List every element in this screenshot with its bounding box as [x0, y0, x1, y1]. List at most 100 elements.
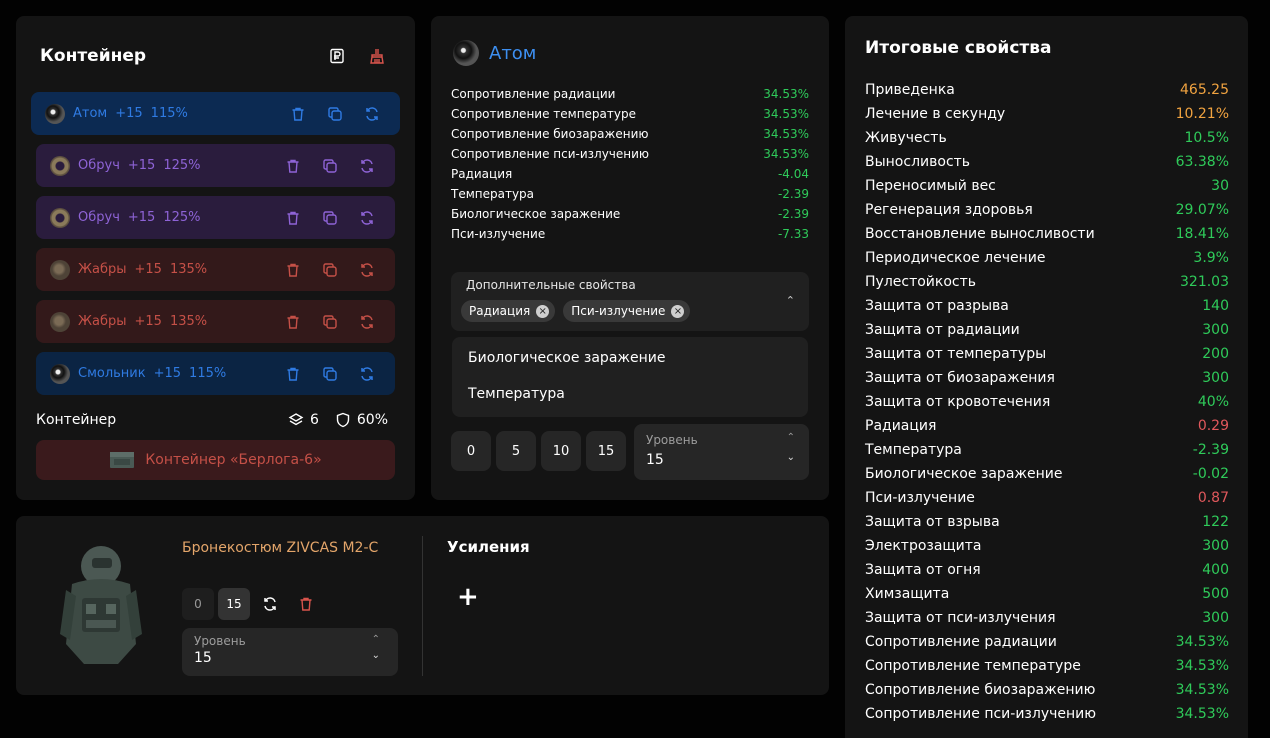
total-property-row: Защита от биозаражения 300	[865, 366, 1229, 390]
copy-icon[interactable]	[320, 260, 340, 280]
property-chip: Пси-излучение ×	[563, 300, 691, 322]
trash-icon[interactable]	[283, 364, 303, 384]
refresh-icon[interactable]	[357, 208, 377, 228]
total-property-value: 34.53%	[1175, 682, 1229, 698]
refresh-icon[interactable]	[357, 312, 377, 332]
artifact-level: +15	[127, 158, 156, 173]
price-icon[interactable]	[327, 46, 347, 66]
chevron-up-icon[interactable]: ⌃	[787, 432, 795, 443]
trash-icon[interactable]	[283, 208, 303, 228]
level-0-button[interactable]: 0	[182, 588, 214, 620]
copy-icon[interactable]	[320, 156, 340, 176]
chevron-down-icon[interactable]: ⌄	[787, 452, 795, 463]
property-label: Сопротивление биозаражению	[451, 127, 649, 141]
total-property-row: Защита от температуры 200	[865, 342, 1229, 366]
level-preset-button[interactable]: 15	[586, 431, 626, 471]
remove-chip-icon[interactable]: ×	[671, 304, 685, 318]
container-name: Контейнер «Берлога-6»	[145, 452, 322, 468]
copy-icon[interactable]	[325, 104, 345, 124]
artifact-name: Жабры	[78, 262, 127, 277]
armor-level-caption: Уровень	[194, 634, 246, 648]
total-property-value: 63.38%	[1175, 154, 1229, 170]
artifact-row[interactable]: Обруч +15 125%	[36, 144, 395, 187]
trash-icon[interactable]	[283, 156, 303, 176]
remove-chip-icon[interactable]: ×	[536, 304, 550, 318]
copy-icon[interactable]	[320, 364, 340, 384]
dropdown-option[interactable]: Биологическое заражение	[468, 350, 665, 366]
total-property-value: 10.5%	[1184, 130, 1229, 146]
level-preset-button[interactable]: 5	[496, 431, 536, 471]
chevron-up-icon[interactable]: ⌃	[786, 294, 795, 307]
trash-icon[interactable]	[283, 260, 303, 280]
total-property-label: Защита от пси-излучения	[865, 610, 1056, 626]
property-label: Сопротивление пси-излучению	[451, 147, 650, 161]
total-property-label: Защита от температуры	[865, 346, 1047, 362]
refresh-icon[interactable]	[362, 104, 382, 124]
artifact-percent: 125%	[163, 210, 201, 225]
property-value: 34.53%	[763, 107, 809, 121]
level-select[interactable]: Уровень 15 ⌃ ⌄	[634, 424, 809, 480]
slots-value: 6	[309, 412, 319, 428]
container-select-button[interactable]: Контейнер «Берлога-6»	[36, 440, 395, 480]
chevron-up-icon[interactable]: ⌃	[372, 634, 380, 645]
artifact-name: Смольник	[78, 366, 146, 381]
total-properties-panel: Итоговые свойства Приведенка 465.25 Лечени…	[845, 16, 1248, 738]
total-property-label: Радиация	[865, 418, 937, 434]
total-property-label: Выносливость	[865, 154, 971, 170]
artifact-icon	[50, 363, 70, 384]
level-preset-button[interactable]: 0	[451, 431, 491, 471]
total-property-row: Защита от кровотечения 40%	[865, 390, 1229, 414]
armor-level-select[interactable]: Уровень 15 ⌃ ⌄	[182, 628, 398, 676]
artifact-title: Атом	[489, 42, 537, 64]
refresh-icon[interactable]	[357, 260, 377, 280]
armor-panel: Бронекостюм ZIVCAS M2-C 0 15 Уровень 15 …	[16, 516, 829, 695]
total-property-label: Защита от кровотечения	[865, 394, 1051, 410]
total-property-label: Восстановление выносливости	[865, 226, 1095, 242]
shield-icon	[336, 412, 350, 428]
property-row: Радиация -4.04	[451, 164, 809, 184]
artifact-row[interactable]: Обруч +15 125%	[36, 196, 395, 239]
property-value: 34.53%	[763, 147, 809, 161]
refresh-icon[interactable]	[357, 156, 377, 176]
clear-icon[interactable]	[367, 46, 387, 66]
protection-value: 60%	[356, 412, 388, 428]
total-property-label: Регенерация здоровья	[865, 202, 1033, 218]
chevron-down-icon[interactable]: ⌄	[372, 650, 380, 661]
total-property-label: Электрозащита	[865, 538, 982, 554]
refresh-icon[interactable]	[260, 594, 280, 614]
total-property-row: Радиация 0.29	[865, 414, 1229, 438]
total-property-label: Защита от взрыва	[865, 514, 1000, 530]
container-summary: Контейнер 6 60%	[36, 412, 388, 428]
artifact-row[interactable]: Смольник +15 115%	[36, 352, 395, 395]
copy-icon[interactable]	[320, 208, 340, 228]
trash-icon[interactable]	[283, 312, 303, 332]
property-value: 34.53%	[763, 127, 809, 141]
property-label: Радиация	[451, 167, 513, 181]
artifact-percent: 135%	[169, 262, 208, 277]
total-property-row: Сопротивление радиации 34.53%	[865, 630, 1229, 654]
total-properties-title: Итоговые свойства	[865, 38, 1052, 58]
total-property-row: Биологическое заражение -0.02	[865, 462, 1229, 486]
total-property-value: -2.39	[1192, 442, 1229, 458]
copy-icon[interactable]	[320, 312, 340, 332]
level-15-button[interactable]: 15	[218, 588, 250, 620]
total-property-label: Переносимый вес	[865, 178, 996, 194]
total-property-row: Восстановление выносливости 18.41%	[865, 222, 1229, 246]
artifact-row[interactable]: Атом +15 115%	[31, 92, 400, 135]
total-property-value: 140	[1202, 298, 1229, 314]
total-property-label: Приведенка	[865, 82, 955, 98]
artifact-row[interactable]: Жабры +15 135%	[36, 248, 395, 291]
property-label: Сопротивление радиации	[451, 87, 616, 101]
level-caption: Уровень	[646, 433, 698, 447]
artifact-icon	[50, 311, 70, 332]
artifact-row[interactable]: Жабры +15 135%	[36, 300, 395, 343]
level-preset-button[interactable]: 10	[541, 431, 581, 471]
trash-icon[interactable]	[288, 104, 308, 124]
refresh-icon[interactable]	[357, 364, 377, 384]
property-value: -2.39	[777, 207, 809, 221]
add-boost-button[interactable]: +	[457, 582, 479, 612]
extra-properties-select[interactable]: Дополнительные свойства Радиация × Пси-изл…	[451, 272, 809, 331]
dropdown-option[interactable]: Температура	[468, 386, 565, 402]
total-property-row: Защита от огня 400	[865, 558, 1229, 582]
trash-icon[interactable]	[296, 594, 316, 614]
